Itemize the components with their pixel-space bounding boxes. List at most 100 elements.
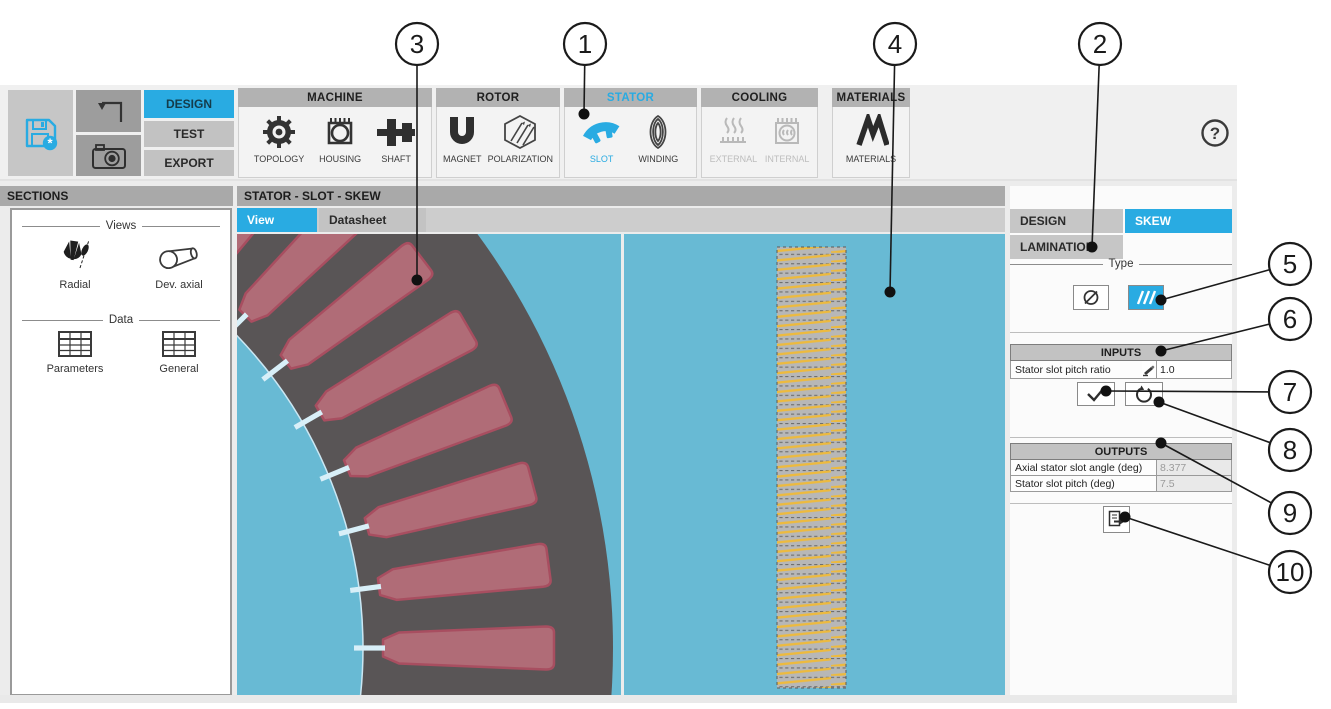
ribbon-item-shaft[interactable]: SHAFT — [376, 114, 416, 164]
ribbon-item-label: POLARIZATION — [488, 154, 553, 164]
export-results-button[interactable] — [1103, 506, 1130, 533]
apply-button[interactable] — [1077, 382, 1115, 406]
svg-text:2: 2 — [1093, 29, 1107, 59]
tab-design[interactable]: DESIGN — [144, 90, 234, 118]
topology-icon — [261, 114, 297, 150]
input-label: Stator slot pitch ratio — [1011, 361, 1142, 378]
ribbon-group-materials: MATERIALS — [832, 107, 910, 178]
no-skew-icon — [1080, 288, 1102, 307]
slot-icon — [583, 114, 621, 150]
app-window: * DESIGN TEST EXPORT MACHINE — [0, 0, 1331, 709]
ribbon-group-rotor: MAGNET POLARIZATION — [436, 107, 560, 178]
save-button[interactable]: * — [8, 90, 73, 176]
ribbon-group-machine: TOPOLOGY HOUSING — [238, 107, 432, 178]
input-row: Stator slot pitch ratio — [1010, 361, 1232, 379]
radial-view-pane[interactable] — [237, 234, 621, 695]
skewed-slot-strip — [777, 247, 846, 688]
restore-icon — [1134, 384, 1154, 404]
ribbon-group-materials-title: MATERIALS — [832, 88, 910, 107]
linear-skew-icon — [1134, 289, 1158, 306]
skew-view-pane[interactable] — [624, 234, 1005, 695]
ribbon-item-label: INTERNAL — [765, 154, 810, 164]
sidebar-item-label: Radial — [59, 279, 90, 291]
stator-radial-drawing — [237, 234, 621, 695]
main-view-header: STATOR - SLOT - SKEW — [237, 186, 1005, 206]
output-value: 8.377 — [1156, 460, 1231, 475]
ribbon-item-label: SLOT — [590, 154, 614, 164]
svg-text:3: 3 — [410, 29, 424, 59]
svg-text:1: 1 — [578, 29, 592, 59]
output-label: Axial stator slot angle (deg) — [1011, 460, 1156, 475]
general-table-icon — [161, 330, 197, 358]
external-cooling-icon — [715, 114, 751, 150]
skew-type-linear-button[interactable] — [1128, 285, 1164, 310]
views-legend: Views — [12, 220, 230, 232]
shaft-icon — [376, 114, 416, 150]
output-value: 7.5 — [1156, 476, 1231, 491]
magnet-icon — [445, 114, 479, 150]
svg-text:7: 7 — [1283, 377, 1297, 407]
dev-axial-view-icon — [156, 238, 202, 274]
ribbon-item-internal[interactable]: INTERNAL — [765, 114, 810, 164]
tab-test[interactable]: TEST — [144, 121, 234, 147]
help-button[interactable]: ? — [1200, 118, 1230, 148]
restore-button[interactable] — [1125, 382, 1163, 406]
save-icon: * — [21, 113, 61, 153]
parameters-table-icon — [57, 330, 93, 358]
stator-skew-drawing — [624, 234, 1005, 695]
svg-text:10: 10 — [1276, 557, 1305, 587]
polarization-icon — [500, 114, 540, 150]
screenshot-button[interactable] — [76, 135, 141, 176]
ribbon-group-rotor-title: ROTOR — [436, 88, 560, 107]
tab-panel-design[interactable]: DESIGN — [1010, 209, 1123, 233]
input-value-cell — [1156, 361, 1231, 378]
ribbon-item-label: TOPOLOGY — [254, 154, 304, 164]
sidebar-item-radial[interactable]: Radial — [30, 238, 120, 291]
tab-panel-lamination[interactable]: LAMINATION — [1010, 235, 1123, 259]
ribbon-item-label: MATERIALS — [846, 154, 896, 164]
tab-view[interactable]: View — [237, 208, 317, 232]
ribbon-item-winding[interactable]: WINDING — [638, 114, 678, 164]
sidebar-item-dev-axial[interactable]: Dev. axial — [134, 238, 224, 291]
ribbon-item-polarization[interactable]: POLARIZATION — [488, 114, 553, 164]
svg-text:5: 5 — [1283, 249, 1297, 279]
materials-icon — [853, 114, 889, 150]
ribbon-group-cooling: EXTERNAL INTERNAL — [701, 107, 818, 178]
tab-panel-skew[interactable]: SKEW — [1125, 209, 1232, 233]
sidebar-item-general[interactable]: General — [134, 330, 224, 375]
tab-datasheet[interactable]: Datasheet — [319, 208, 426, 232]
radial-view-icon — [55, 238, 95, 274]
skew-type-none-button[interactable] — [1073, 285, 1109, 310]
return-arrow-icon — [91, 96, 127, 126]
output-label: Stator slot pitch (deg) — [1011, 476, 1156, 491]
status-strip — [0, 695, 1237, 703]
tab-export[interactable]: EXPORT — [144, 150, 234, 176]
output-row: Stator slot pitch (deg) 7.5 — [1010, 476, 1232, 492]
sidebar-item-parameters[interactable]: Parameters — [30, 330, 120, 375]
inputs-header: INPUTS — [1010, 344, 1232, 361]
ribbon-group-stator: SLOT WINDING — [564, 107, 697, 178]
ribbon-item-materials[interactable]: MATERIALS — [846, 114, 896, 164]
undo-button[interactable] — [76, 90, 141, 132]
sidebar-item-label: Parameters — [47, 363, 104, 375]
ribbon-item-label: HOUSING — [319, 154, 361, 164]
winding-icon — [640, 114, 676, 150]
ribbon-item-magnet[interactable]: MAGNET — [443, 114, 482, 164]
ribbon-item-external[interactable]: EXTERNAL — [710, 114, 758, 164]
stator-slot-pitch-ratio-input[interactable] — [1160, 364, 1224, 376]
output-row: Axial stator slot angle (deg) 8.377 — [1010, 460, 1232, 476]
svg-text:8: 8 — [1283, 435, 1297, 465]
ribbon-item-housing[interactable]: HOUSING — [319, 114, 361, 164]
sidebar-item-label: Dev. axial — [155, 279, 202, 291]
svg-text:4: 4 — [888, 29, 902, 59]
svg-text:9: 9 — [1283, 498, 1297, 528]
type-legend: Type — [1010, 258, 1232, 270]
ribbon-group-stator-title: STATOR — [564, 88, 697, 107]
svg-text:?: ? — [1210, 124, 1220, 143]
ribbon-item-slot[interactable]: SLOT — [583, 114, 621, 164]
ribbon-item-label: SHAFT — [381, 154, 411, 164]
ribbon-item-label: WINDING — [638, 154, 678, 164]
data-legend: Data — [12, 314, 230, 326]
ribbon-group-machine-title: MACHINE — [238, 88, 432, 107]
ribbon-item-topology[interactable]: TOPOLOGY — [254, 114, 304, 164]
